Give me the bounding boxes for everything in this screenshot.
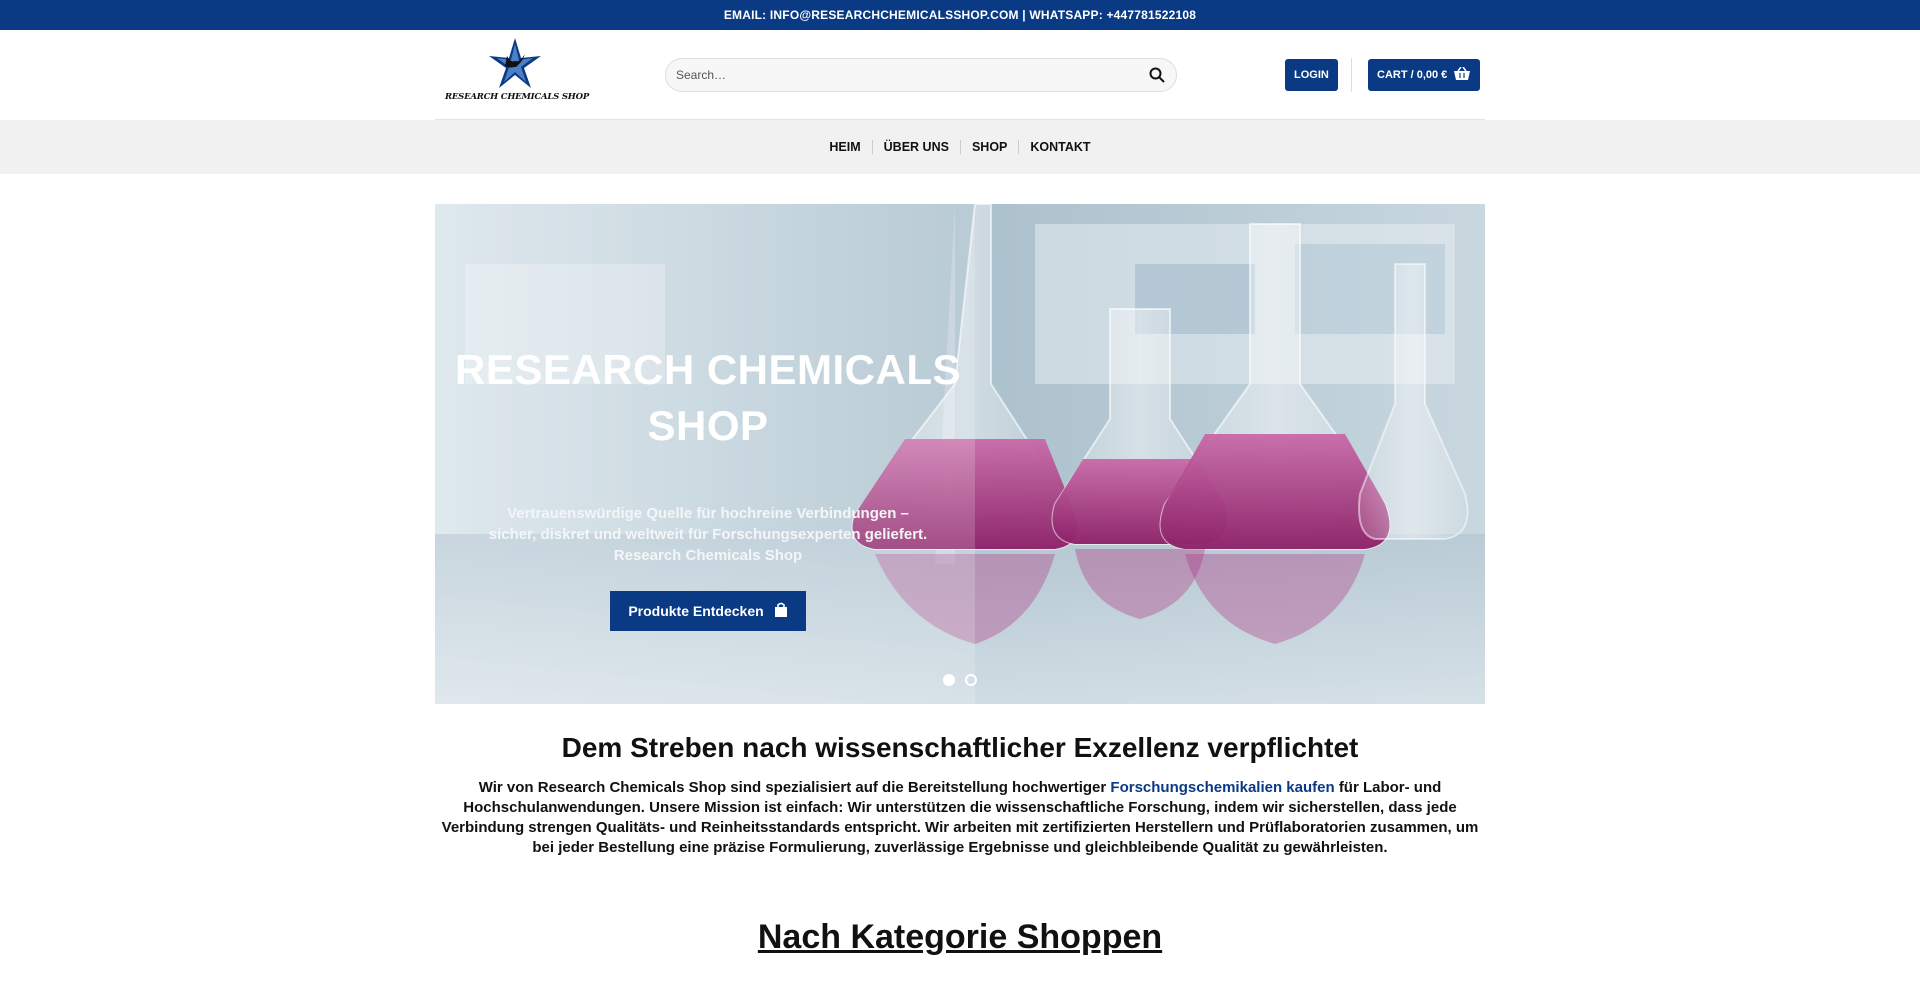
category-heading: Nach Kategorie Shoppen — [757, 918, 1163, 956]
nav-item-kontakt[interactable]: KONTAKT — [1019, 140, 1101, 154]
buy-research-chemicals-link[interactable]: Forschungschemikalien kaufen — [1110, 779, 1334, 796]
cart-button[interactable]: CART / 0,00 € — [1368, 59, 1481, 91]
mission-heading: Dem Streben nach wissenschaftlicher Exze… — [561, 732, 1359, 763]
explore-products-label: Produkte Entdecken — [628, 603, 764, 619]
search-icon[interactable] — [1148, 66, 1166, 84]
login-button[interactable]: LOGIN — [1285, 59, 1338, 91]
hero-title-line2: SHOP — [647, 402, 769, 449]
top-info-bar: EMAIL: INFO@RESEARCHCHEMICALSSHOP.COM | … — [0, 0, 1920, 30]
cart-label: CART / 0,00 € — [1377, 69, 1448, 81]
login-label: LOGIN — [1294, 69, 1329, 81]
main-nav: HEIM ÜBER UNS SHOP KONTAKT — [818, 140, 1101, 154]
hero-slider: RESEARCH CHEMICALS SHOP Vertrauenswürdig… — [435, 204, 1485, 704]
search-input[interactable] — [676, 68, 1148, 82]
hero-background-image — [435, 204, 1485, 704]
nav-item-ueber-uns[interactable]: ÜBER UNS — [873, 140, 960, 154]
site-header: RESEARCH CHEMICALS SHOP LOGIN CART / 0,0… — [435, 30, 1485, 120]
nav-item-shop[interactable]: SHOP — [961, 140, 1018, 154]
hero-title: RESEARCH CHEMICALS SHOP — [435, 342, 981, 454]
search-bar — [665, 58, 1177, 92]
slider-dot-1[interactable] — [943, 674, 955, 686]
site-logo[interactable]: RESEARCH CHEMICALS SHOP — [443, 36, 589, 106]
hero-subtitle: Vertrauenswürdige Quelle für hochreine V… — [488, 505, 928, 564]
explore-products-button[interactable]: Produkte Entdecken — [610, 591, 806, 631]
mission-text: Wir von Research Chemicals Shop sind spe… — [435, 778, 1485, 858]
shopping-bag-icon — [774, 602, 788, 620]
main-nav-bar: HEIM ÜBER UNS SHOP KONTAKT — [0, 120, 1920, 174]
slider-dot-2[interactable] — [965, 674, 977, 686]
mission-text-start: Wir von Research Chemicals Shop sind spe… — [478, 779, 1111, 796]
contact-info: EMAIL: INFO@RESEARCHCHEMICALSSHOP.COM | … — [723, 8, 1197, 22]
hero-title-line1: RESEARCH CHEMICALS — [454, 346, 962, 393]
header-divider — [1351, 58, 1352, 92]
slider-dots — [943, 674, 977, 686]
basket-icon — [1453, 66, 1471, 84]
logo-text: RESEARCH CHEMICALS SHOP — [445, 92, 590, 102]
nav-item-heim[interactable]: HEIM — [818, 140, 871, 154]
logo-star-icon — [489, 38, 541, 88]
